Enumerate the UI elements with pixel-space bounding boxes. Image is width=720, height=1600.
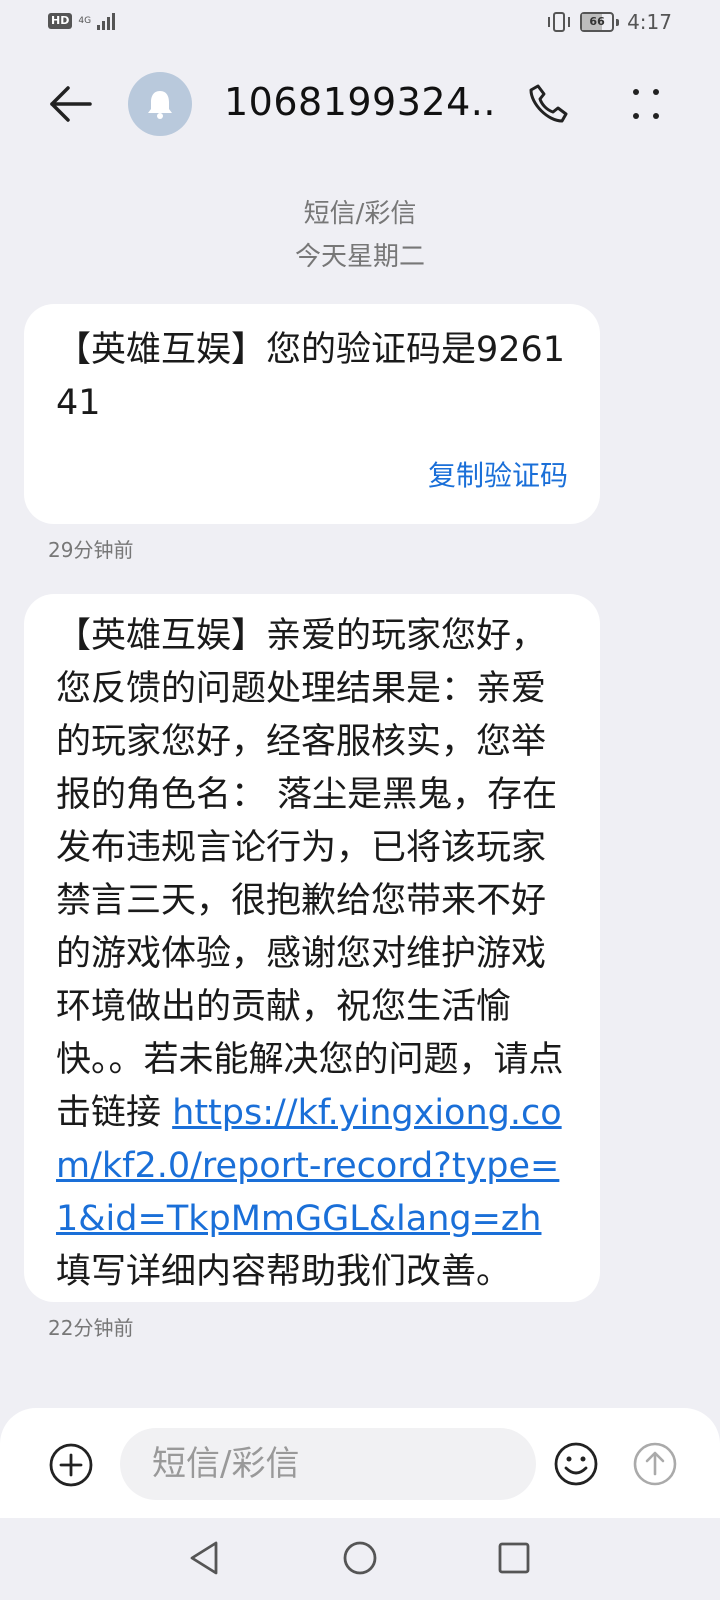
message-bubble[interactable]: 【英雄互娱】亲爱的玩家您好，您反馈的问题处理结果是：亲爱的玩家您好，经客服核实，… <box>24 594 600 1302</box>
send-up-arrow-icon[interactable] <box>632 1441 678 1487</box>
message-category: 短信/彩信 <box>303 199 417 229</box>
avatar[interactable] <box>128 72 192 136</box>
vibrate-icon <box>548 12 571 32</box>
battery-cap <box>616 18 620 26</box>
more-vertical-icon[interactable] <box>626 80 666 128</box>
status-right: 66 4:17 <box>546 10 672 34</box>
circle-home-icon[interactable] <box>340 1538 380 1578</box>
smiley-icon[interactable] <box>552 1440 600 1488</box>
battery-level: 66 <box>589 15 605 28</box>
message-text: 【英雄互娱】您的验证码是926141 <box>56 330 566 423</box>
message-text-after-link: 填写详细内容帮助我们改善。 <box>56 1252 512 1292</box>
message-timestamp: 29分钟前 <box>48 538 134 562</box>
copy-code-button[interactable]: 复制验证码 <box>428 454 568 494</box>
conversation-header: 1068199324... <box>0 60 720 144</box>
battery-icon: 66 <box>580 12 615 32</box>
network-type: 4G <box>78 15 92 26</box>
status-left: HD 4G <box>48 12 116 30</box>
phone-icon[interactable] <box>524 80 572 128</box>
message-bubble[interactable]: 【英雄互娱】您的验证码是926141 复制验证码 <box>24 304 600 524</box>
plus-circle-icon[interactable] <box>48 1442 94 1488</box>
signal-icon <box>97 12 116 30</box>
date-header: 今天星期二 <box>294 242 425 272</box>
composer-bar <box>0 1408 720 1518</box>
message-text: 【英雄互娱】亲爱的玩家您好，您反馈的问题处理结果是：亲爱的玩家您好，经客服核实，… <box>56 610 568 1299</box>
messaging-screen: HD 4G 66 4:17 1068199324... 短信/彩信 今天星期二 … <box>0 0 720 1600</box>
square-recents-icon[interactable] <box>494 1538 534 1578</box>
arrow-left-icon[interactable] <box>44 78 96 130</box>
system-navigation-bar <box>0 1518 720 1600</box>
status-bar: HD 4G 66 4:17 <box>0 0 720 48</box>
hd-badge: HD <box>48 13 73 29</box>
triangle-back-icon[interactable] <box>186 1538 226 1578</box>
message-text-before-link: 【英雄互娱】亲爱的玩家您好，您反馈的问题处理结果是：亲爱的玩家您好，经客服核实，… <box>56 616 564 1133</box>
bell-icon <box>148 91 172 119</box>
contact-title[interactable]: 1068199324... <box>224 80 494 124</box>
message-input[interactable] <box>120 1428 536 1500</box>
status-time: 4:17 <box>627 10 672 34</box>
message-timestamp: 22分钟前 <box>48 1316 134 1340</box>
